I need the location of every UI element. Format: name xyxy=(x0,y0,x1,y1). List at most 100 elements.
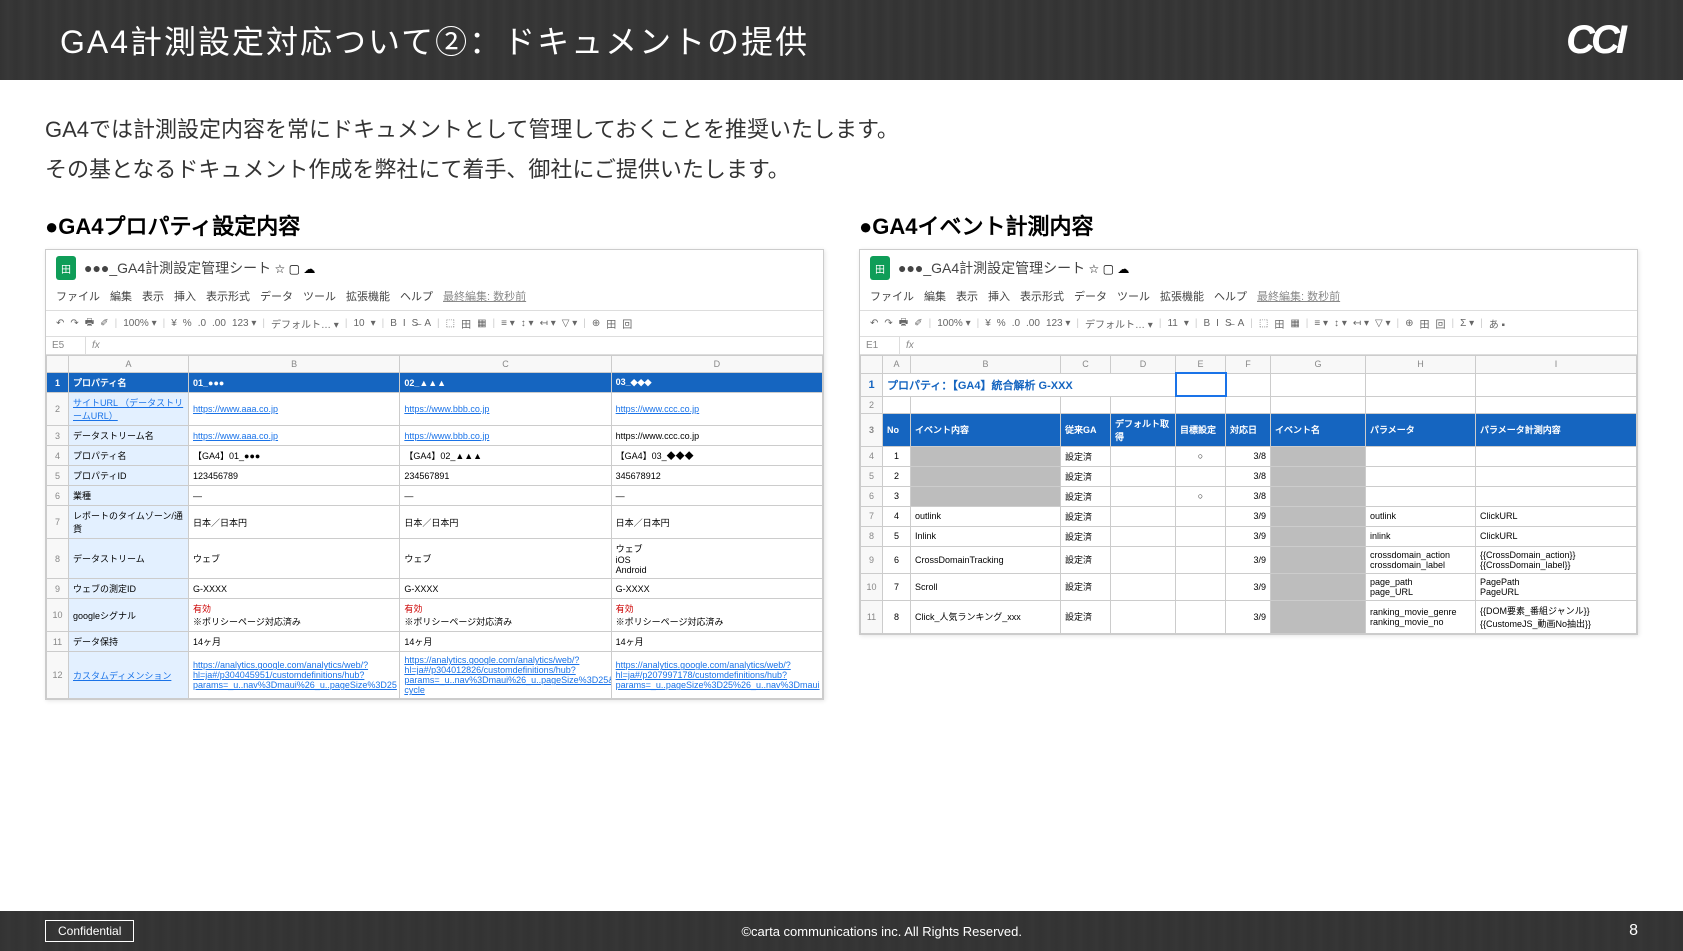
toolbar-item[interactable]: S̶ xyxy=(412,318,419,329)
cell[interactable]: 3/9 xyxy=(1226,546,1271,573)
cell[interactable] xyxy=(1226,373,1271,396)
cell[interactable]: 【GA4】01_●●● xyxy=(189,446,400,466)
col-header[interactable] xyxy=(861,356,883,374)
row-header[interactable]: 5 xyxy=(47,466,69,486)
cell[interactable]: crossdomain_actioncrossdomain_label xyxy=(1366,546,1476,573)
toolbar-item[interactable]: 回 xyxy=(622,316,632,331)
cell[interactable]: [R] xyxy=(1271,506,1366,526)
row-header[interactable]: 11 xyxy=(861,600,883,633)
cell[interactable] xyxy=(1366,446,1476,466)
menu-item[interactable]: ヘルプ xyxy=(1214,288,1247,304)
right-doc-title[interactable]: ●●●_GA4計測設定管理シート xyxy=(898,260,1085,276)
left-cell-ref[interactable]: E5 xyxy=(46,337,86,354)
cell[interactable]: 234567891 xyxy=(400,466,611,486)
cell[interactable]: 2 xyxy=(883,466,911,486)
cell[interactable]: 日本／日本円 xyxy=(400,506,611,539)
toolbar-item[interactable]: I xyxy=(1216,318,1219,329)
toolbar-item[interactable]: S̶ xyxy=(1225,318,1232,329)
col-header[interactable]: I xyxy=(1476,356,1637,374)
col-header[interactable]: B xyxy=(911,356,1061,374)
row-header[interactable]: 9 xyxy=(47,579,69,599)
cell[interactable]: 日本／日本円 xyxy=(189,506,400,539)
cell[interactable]: 1 xyxy=(883,446,911,466)
cell[interactable] xyxy=(1111,506,1176,526)
cell[interactable]: https://analytics.google.com/analytics/w… xyxy=(611,652,822,699)
toolbar-item[interactable]: ↶ xyxy=(870,318,878,329)
selected-cell[interactable] xyxy=(1176,373,1226,396)
toolbar-item[interactable]: I xyxy=(403,318,406,329)
cell[interactable]: page_pathpage_URL xyxy=(1366,573,1476,600)
cell[interactable]: — xyxy=(189,486,400,506)
toolbar-item[interactable]: .0 xyxy=(1012,318,1020,329)
cell[interactable] xyxy=(1176,546,1226,573)
col-header[interactable]: G xyxy=(1271,356,1366,374)
toolbar-item[interactable]: 🖶 xyxy=(85,315,94,332)
cell[interactable]: 01_●●● xyxy=(189,373,400,393)
cell[interactable] xyxy=(1476,396,1637,413)
header-cell[interactable]: 従来GA xyxy=(1061,413,1111,446)
cell[interactable] xyxy=(1176,526,1226,546)
cell[interactable] xyxy=(1176,573,1226,600)
toolbar-item[interactable]: あ ▪ xyxy=(1489,316,1505,331)
col-header[interactable]: B xyxy=(189,356,400,373)
cell[interactable]: 4 xyxy=(883,506,911,526)
cell[interactable]: inlink xyxy=(1366,526,1476,546)
cell[interactable]: ウェブiOSAndroid xyxy=(611,539,822,579)
toolbar-item[interactable]: ⊕ xyxy=(1405,318,1413,329)
col-header[interactable]: H xyxy=(1366,356,1476,374)
cell[interactable] xyxy=(1176,396,1226,413)
row-header[interactable]: 6 xyxy=(47,486,69,506)
header-cell[interactable]: イベント名 xyxy=(1271,413,1366,446)
cell[interactable]: 設定済 xyxy=(1061,486,1111,506)
cell[interactable] xyxy=(1111,466,1176,486)
cell[interactable]: [REDACTED] xyxy=(911,486,1061,506)
col-header[interactable]: A xyxy=(69,356,189,373)
cell[interactable] xyxy=(1176,466,1226,486)
menu-item[interactable]: 編集 xyxy=(924,288,946,304)
cell[interactable]: 3/9 xyxy=(1226,526,1271,546)
last-edit[interactable]: 最終編集: 数秒前 xyxy=(443,288,526,304)
cell[interactable]: 設定済 xyxy=(1061,506,1111,526)
cell[interactable]: https://analytics.google.com/analytics/w… xyxy=(189,652,400,699)
cell[interactable]: 3/8 xyxy=(1226,466,1271,486)
cell[interactable]: 設定済 xyxy=(1061,546,1111,573)
header-cell[interactable]: パラメータ xyxy=(1366,413,1476,446)
folder-icon[interactable]: ▢ xyxy=(289,262,300,276)
cell[interactable] xyxy=(1226,396,1271,413)
toolbar-item[interactable]: Σ ▾ xyxy=(1460,318,1474,329)
header-cell[interactable]: No xyxy=(883,413,911,446)
cell[interactable]: データストリーム名 xyxy=(69,426,189,446)
cell[interactable]: G-XXXX xyxy=(400,579,611,599)
cell[interactable]: googleシグナル xyxy=(69,599,189,632)
row-header[interactable]: 4 xyxy=(47,446,69,466)
menu-item[interactable]: 編集 xyxy=(110,288,132,304)
cell[interactable]: 業種 xyxy=(69,486,189,506)
last-edit[interactable]: 最終編集: 数秒前 xyxy=(1257,288,1340,304)
cell[interactable] xyxy=(1111,486,1176,506)
row-header[interactable]: 5 xyxy=(861,466,883,486)
row-header[interactable]: 3 xyxy=(47,426,69,446)
toolbar-item[interactable]: ⬚ xyxy=(446,318,455,329)
cell[interactable]: ClickURL xyxy=(1476,526,1637,546)
cell[interactable]: 03_◆◆◆ xyxy=(611,373,822,393)
cell[interactable]: 有効※ポリシーページ対応済み xyxy=(611,599,822,632)
cloud-icon[interactable]: ☁ xyxy=(303,262,315,276)
col-header[interactable]: C xyxy=(400,356,611,373)
cell[interactable]: https://analytics.google.com/analytics/w… xyxy=(400,652,611,699)
toolbar-item[interactable]: デフォルト… ▾ xyxy=(1085,316,1153,331)
cell[interactable]: ウェブの測定ID xyxy=(69,579,189,599)
toolbar-item[interactable]: % xyxy=(183,318,192,329)
cell[interactable]: 有効※ポリシーページ対応済み xyxy=(400,599,611,632)
toolbar-item[interactable]: ↶ xyxy=(56,318,64,329)
cell[interactable]: 3/9 xyxy=(1226,600,1271,633)
cell[interactable] xyxy=(1176,600,1226,633)
menu-item[interactable]: 拡張機能 xyxy=(1160,288,1204,304)
toolbar-item[interactable]: ✐ xyxy=(100,318,108,329)
cell[interactable]: 14ヶ月 xyxy=(611,632,822,652)
cell[interactable]: Click_人気ランキング_xxx xyxy=(911,600,1061,633)
cell[interactable]: [R] xyxy=(1271,446,1366,466)
cell[interactable] xyxy=(1476,466,1637,486)
header-cell[interactable]: パラメータ計測内容 xyxy=(1476,413,1637,446)
cell[interactable]: 設定済 xyxy=(1061,526,1111,546)
cell[interactable]: CrossDomainTracking xyxy=(911,546,1061,573)
